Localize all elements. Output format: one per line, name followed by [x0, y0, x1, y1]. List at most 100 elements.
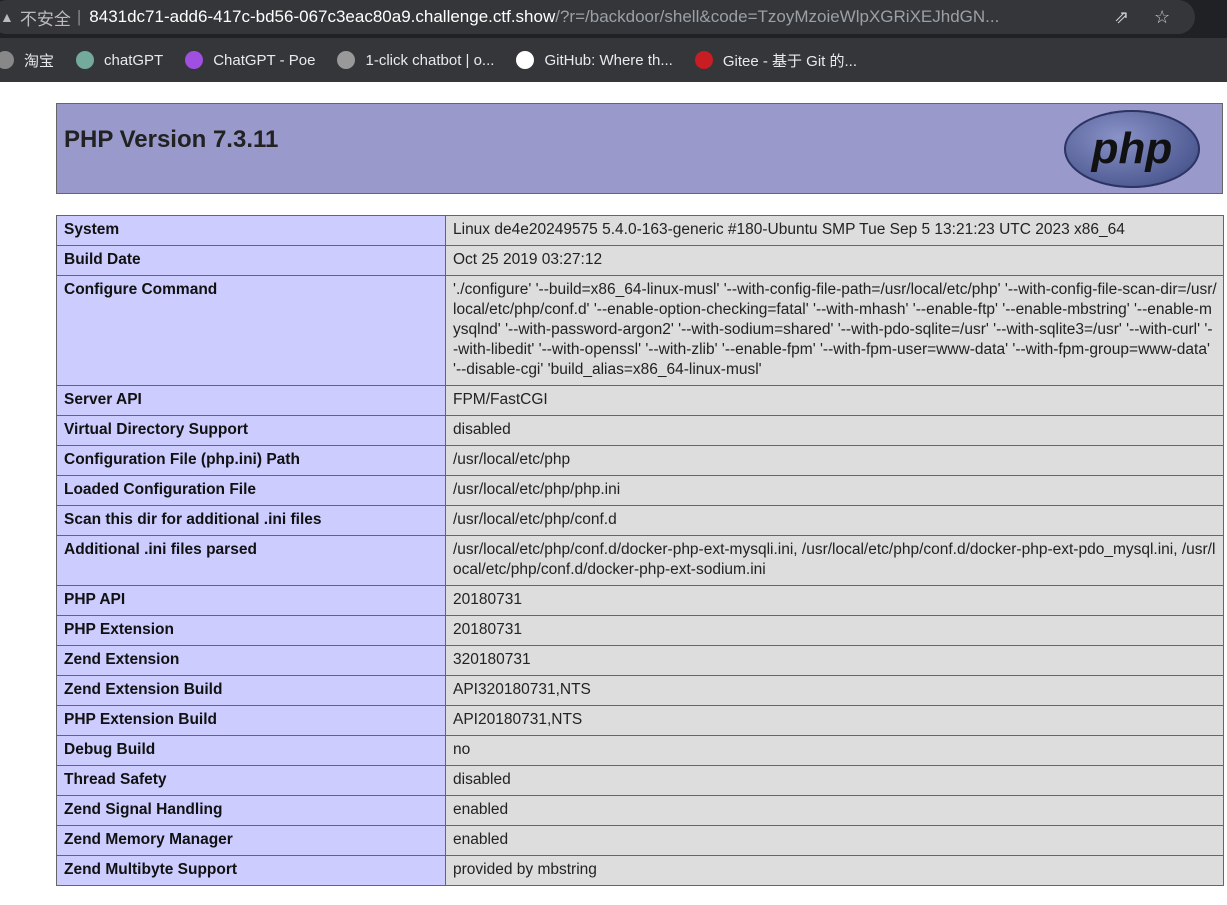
bookmarks-bar: 淘宝 chatGPT ChatGPT - Poe 1-click chatbot | … — [0, 38, 1227, 82]
row-key: Debug Build — [56, 735, 446, 766]
bookmark-label: GitHub: Where th... — [544, 51, 673, 69]
phpinfo-table: System Linux de4e20249575 5.4.0-163-gener… — [56, 215, 1224, 886]
row-key-label: Loaded Configuration File — [64, 481, 257, 498]
row-value: disabled — [445, 415, 1224, 446]
poe-icon — [185, 51, 204, 69]
row-value: 20180731 — [445, 615, 1224, 646]
row-value: enabled — [445, 795, 1224, 826]
row-key-label: PHP Extension Build — [64, 711, 218, 728]
row-key-label: Zend Multibyte Support — [64, 861, 238, 878]
row-key-label: Server API — [64, 391, 142, 408]
table-row: PHP API 20180731 — [56, 585, 1224, 616]
table-row: Zend Multibyte Support provided by mbstri… — [56, 855, 1224, 886]
row-key-label: Zend Extension — [64, 651, 180, 668]
row-key-label: Debug Build — [64, 741, 156, 758]
table-row: Configuration File (php.ini) Path/usr/lo… — [56, 445, 1224, 476]
table-row: Configure Command './configure' '--build=… — [56, 275, 1224, 386]
row-key: PHP Extension — [56, 615, 446, 646]
table-row: Build Date Oct 25 2019 03:27:12 — [56, 245, 1224, 276]
row-key-label: Build Date — [64, 251, 141, 268]
row-key-label: Configure Command — [64, 281, 218, 298]
bookmark-label: Gitee - 基于 Git 的... — [722, 52, 858, 70]
row-value: /usr/local/etc/php/conf.d — [445, 505, 1224, 536]
table-row: Loaded Configuration File/usr/local/etc/… — [56, 475, 1224, 506]
row-value: provided by mbstring — [445, 855, 1224, 886]
row-value: enabled — [445, 825, 1224, 856]
table-row: Virtual Directory Support disabled — [56, 415, 1224, 446]
github-icon — [516, 51, 535, 69]
row-key: Loaded Configuration File — [56, 475, 446, 506]
share-icon[interactable]: ⇗ — [1114, 7, 1129, 28]
bookmark-label: 1-click chatbot | o... — [365, 51, 495, 69]
row-value: FPM/FastCGI — [445, 385, 1224, 416]
table-row: PHP Extension 20180731 — [56, 615, 1224, 646]
browser-toolbar: ▲ 不安全 | 8431dc71-add6-417c-bd56-067c3eac… — [0, 0, 1227, 38]
bookmark-label: ChatGPT - Poe — [213, 51, 316, 69]
row-key-label: System — [64, 221, 120, 238]
row-key-label: Virtual Directory Support — [64, 421, 249, 438]
bookmark-item[interactable]: GitHub: Where th... — [516, 51, 673, 69]
bookmark-item[interactable]: ChatGPT - Poe — [185, 51, 315, 69]
row-key-label: PHP Extension — [64, 621, 174, 638]
bookmark-label: 淘宝 — [24, 52, 55, 70]
row-key-label: Configuration File (php.ini) Path — [64, 451, 300, 468]
table-row: Server API FPM/FastCGI — [56, 385, 1224, 416]
row-key: Zend Multibyte Support — [56, 855, 446, 886]
row-key: Zend Signal Handling — [56, 795, 446, 826]
divider: | — [76, 7, 82, 26]
table-row: Additional .ini files parsed/usr/local/e… — [56, 535, 1224, 586]
row-value: Linux de4e20249575 5.4.0-163-generic #18… — [445, 215, 1224, 246]
openai-icon — [76, 51, 95, 69]
row-key-label: PHP API — [64, 591, 126, 608]
row-value: API320180731,NTS — [445, 675, 1224, 706]
row-key-label: Additional .ini files parsed — [64, 541, 257, 558]
star-icon[interactable]: ☆ — [1154, 7, 1170, 28]
row-key: Thread Safety — [56, 765, 446, 796]
table-row: PHP Extension Build API20180731,NTS — [56, 705, 1224, 736]
row-key: Build Date — [56, 245, 446, 276]
table-row: Zend Signal Handling enabled — [56, 795, 1224, 826]
php-header: PHP Version 7.3.11 php — [56, 103, 1223, 194]
row-key: Configure Command — [56, 275, 446, 386]
row-key: Virtual Directory Support — [56, 415, 446, 446]
row-value: disabled — [445, 765, 1224, 796]
table-row: Zend Extension Build API320180731,NTS — [56, 675, 1224, 706]
security-label[interactable]: 不安全 — [20, 5, 71, 30]
table-row: Debug Build no — [56, 735, 1224, 766]
bookmark-item[interactable]: 1-click chatbot | o... — [337, 51, 494, 69]
table-row: Thread Safety disabled — [56, 765, 1224, 796]
taobao-icon — [0, 51, 14, 69]
row-key-label: Zend Signal Handling — [64, 801, 223, 818]
row-value: no — [445, 735, 1224, 766]
row-key: Configuration File (php.ini) Path — [56, 445, 446, 476]
bookmark-item[interactable]: Gitee - 基于 Git 的... — [694, 50, 858, 71]
row-value: /usr/local/etc/php — [445, 445, 1224, 476]
url-host: 8431dc71-add6-417c-bd56-067c3eac80a9.cha… — [89, 7, 556, 26]
url-path: /?r=/backdoor/shell&code=TzoyMzoieWlpXGR… — [555, 7, 1000, 26]
bookmark-item[interactable]: chatGPT — [76, 51, 163, 69]
row-key: Scan this dir for additional .ini files — [56, 505, 446, 536]
table-row: Scan this dir for additional .ini files /… — [56, 505, 1224, 536]
table-row: Zend Memory Manager enabled — [56, 825, 1224, 856]
php-logo: php — [1064, 110, 1200, 188]
row-key: PHP Extension Build — [56, 705, 446, 736]
row-value: /usr/local/etc/php/php.ini — [445, 475, 1224, 506]
row-value: API20180731,NTS — [445, 705, 1224, 736]
bookmark-label: chatGPT — [104, 51, 164, 69]
row-key: Zend Extension Build — [56, 675, 446, 706]
row-key: System — [56, 215, 446, 246]
address-bar[interactable]: ▲ 不安全 | 8431dc71-add6-417c-bd56-067c3eac… — [0, 0, 1195, 34]
gitee-icon — [694, 51, 713, 69]
row-key-label: Thread Safety — [64, 771, 167, 788]
row-key: Additional .ini files parsed — [56, 535, 446, 586]
warning-icon: ▲ — [0, 9, 14, 25]
checker-icon — [337, 51, 356, 69]
row-value: 20180731 — [445, 585, 1224, 616]
row-value: Oct 25 2019 03:27:12 — [445, 245, 1224, 276]
row-key: Zend Extension — [56, 645, 446, 676]
table-row: System Linux de4e20249575 5.4.0-163-gener… — [56, 215, 1224, 246]
bookmark-item[interactable]: 淘宝 — [0, 50, 54, 71]
row-key: Server API — [56, 385, 446, 416]
row-key-label: Scan this dir for additional .ini files — [64, 511, 322, 528]
page-title: PHP Version 7.3.11 — [64, 126, 279, 153]
